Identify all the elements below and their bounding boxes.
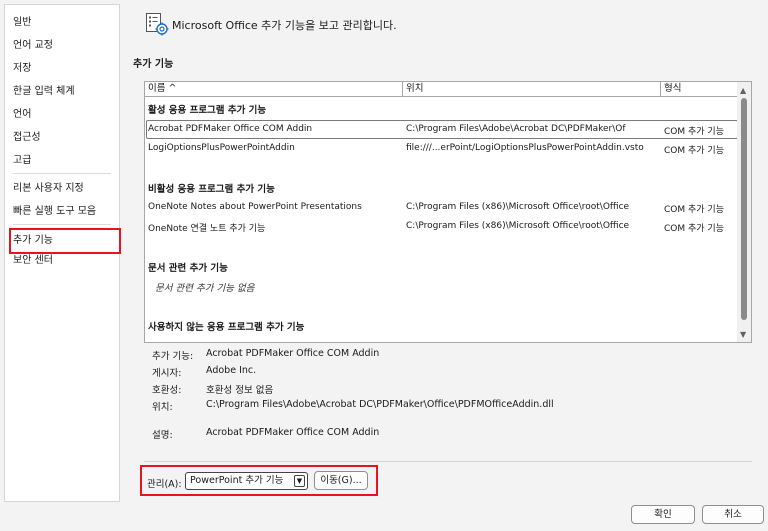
addins-table[interactable]: 이름 ^ 위치 형식 활성 응용 프로그램 추가 기능 Acrobat PDFM… xyxy=(144,81,752,343)
page-title: Microsoft Office 추가 기능을 보고 관리합니다. xyxy=(172,19,397,32)
scroll-up-icon[interactable]: ▲ xyxy=(740,86,746,95)
manage-select-value: PowerPoint 추가 기능 xyxy=(190,475,284,486)
divider xyxy=(144,461,752,462)
group-title-document: 문서 관련 추가 기능 xyxy=(148,263,228,274)
manage-label: 관리(A): xyxy=(147,479,182,490)
cancel-button[interactable]: 취소 xyxy=(702,505,764,524)
nav-item-language[interactable]: 언어 xyxy=(13,106,31,124)
nav-item-advanced[interactable]: 고급 xyxy=(13,152,31,170)
nav-item-customize-ribbon[interactable]: 리본 사용자 지정 xyxy=(13,180,84,198)
row-location[interactable]: file:///...erPoint/LogiOptionsPlusPowerP… xyxy=(406,143,658,153)
detail-publisher-value: Adobe Inc. xyxy=(206,365,257,376)
nav-divider xyxy=(13,173,111,174)
chevron-down-icon[interactable]: ▼ xyxy=(294,475,305,487)
addins-highlight-box xyxy=(9,228,121,254)
table-scrollbar[interactable]: ▲ ▼ xyxy=(737,82,751,342)
row-name[interactable]: LogiOptionsPlusPowerPointAddin xyxy=(148,143,398,153)
nav-item-korean-input[interactable]: 한글 입력 체계 xyxy=(13,83,75,101)
detail-addin-value: Acrobat PDFMaker Office COM Addin xyxy=(206,348,380,359)
detail-compat-label: 호환성: xyxy=(152,385,182,396)
group-title-inactive: 비활성 응용 프로그램 추가 기능 xyxy=(148,184,275,195)
ok-button[interactable]: 확인 xyxy=(631,505,695,524)
detail-compat-value: 호환성 정보 없음 xyxy=(206,385,274,396)
detail-addin-label: 추가 기능: xyxy=(152,351,194,362)
empty-message: 문서 관련 추가 기능 없음 xyxy=(155,283,255,294)
row-location[interactable]: C:\Program Files (x86)\Microsoft Office\… xyxy=(406,221,658,231)
nav-divider xyxy=(13,224,111,225)
detail-publisher-label: 게시자: xyxy=(152,368,182,379)
manage-select[interactable]: PowerPoint 추가 기능 ▼ xyxy=(185,472,308,490)
addins-gear-icon xyxy=(145,12,169,36)
nav-item-quick-access[interactable]: 빠른 실행 도구 모음 xyxy=(13,203,96,221)
detail-location-label: 위치: xyxy=(152,402,173,413)
options-nav: 일반 언어 교정 저장 한글 입력 체계 언어 접근성 고급 리본 사용자 지정… xyxy=(4,4,121,502)
detail-location-value: C:\Program Files\Adobe\Acrobat DC\PDFMak… xyxy=(206,399,554,410)
group-title-disabled: 사용하지 않는 응용 프로그램 추가 기능 xyxy=(148,322,305,333)
group-title-active: 활성 응용 프로그램 추가 기능 xyxy=(148,105,267,116)
detail-desc-label: 설명: xyxy=(152,430,173,441)
row-location[interactable]: C:\Program Files\Adobe\Acrobat DC\PDFMak… xyxy=(406,124,658,134)
column-header-location[interactable]: 위치 xyxy=(403,82,661,97)
section-title: 추가 기능 xyxy=(133,59,174,70)
row-type[interactable]: COM 추가 기능 xyxy=(664,202,738,215)
column-header-name[interactable]: 이름 ^ xyxy=(145,82,403,97)
row-type[interactable]: COM 추가 기능 xyxy=(664,124,738,137)
nav-item-save[interactable]: 저장 xyxy=(13,60,31,78)
nav-item-trust-center[interactable]: 보안 센터 xyxy=(13,252,53,270)
go-button[interactable]: 이동(G)... xyxy=(314,471,368,490)
row-type[interactable]: COM 추가 기능 xyxy=(664,143,738,156)
nav-item-accessibility[interactable]: 접근성 xyxy=(13,129,41,147)
row-name[interactable]: OneNote 연결 노트 추가 기능 xyxy=(148,221,398,234)
column-header-type[interactable]: 형식 xyxy=(661,82,739,97)
row-type[interactable]: COM 추가 기능 xyxy=(664,221,738,234)
row-location[interactable]: C:\Program Files (x86)\Microsoft Office\… xyxy=(406,202,658,212)
row-name[interactable]: Acrobat PDFMaker Office COM Addin xyxy=(148,124,398,134)
scrollbar-thumb[interactable] xyxy=(741,98,747,320)
scroll-down-icon[interactable]: ▼ xyxy=(740,330,746,339)
detail-desc-value: Acrobat PDFMaker Office COM Addin xyxy=(206,427,380,438)
row-name[interactable]: OneNote Notes about PowerPoint Presentat… xyxy=(148,202,398,212)
nav-item-general[interactable]: 일반 xyxy=(13,14,31,32)
nav-item-proofing[interactable]: 언어 교정 xyxy=(13,37,53,55)
